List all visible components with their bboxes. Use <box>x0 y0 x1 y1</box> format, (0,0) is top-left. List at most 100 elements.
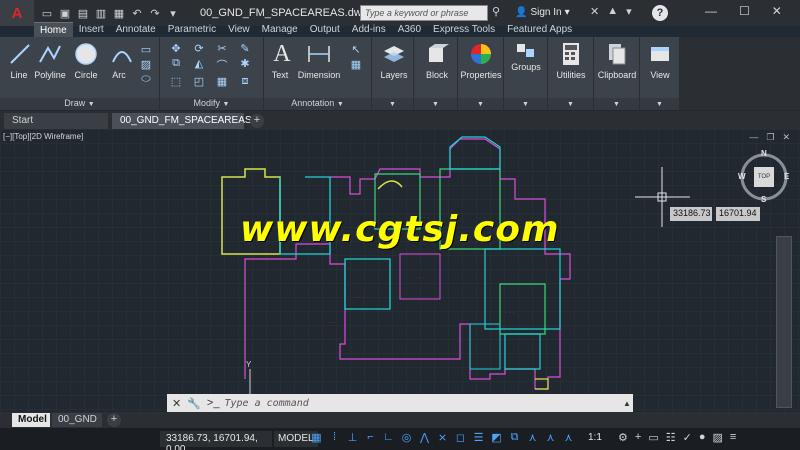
command-history-chevron-up-icon[interactable]: ▲ <box>621 399 633 408</box>
viewport-controls-label[interactable]: [−][Top][2D Wireframe] <box>3 132 83 141</box>
trim-icon[interactable]: ✂ <box>212 42 232 55</box>
annotation-panel-label[interactable]: Annotation ▼ <box>264 98 371 110</box>
table-icon[interactable]: ▦ <box>346 58 366 71</box>
view-tool[interactable]: View <box>644 40 676 80</box>
binoculars-icon[interactable]: ⚲ <box>492 5 500 18</box>
layers-tool[interactable]: Layers <box>376 40 412 80</box>
viewcube[interactable]: N S E W TOP <box>738 149 790 204</box>
application-menu-button[interactable]: A <box>0 0 34 26</box>
block-panel[interactable]: Block ▼ <box>414 37 458 110</box>
move-icon[interactable]: ✥ <box>166 42 186 55</box>
search-input[interactable]: Type a keyword or phrase <box>360 5 488 21</box>
workspace-gear-icon[interactable]: ⚙ <box>618 431 628 444</box>
tab-manage[interactable]: Manage <box>256 22 304 38</box>
arc-tool[interactable]: Arc <box>108 40 132 80</box>
tab-current-drawing[interactable]: 00_GND_FM_SPACEAREAS* <box>112 113 255 129</box>
properties-panel[interactable]: Properties ▼ <box>458 37 504 110</box>
utilities-panel[interactable]: Utilities ▼ <box>548 37 594 110</box>
close-command-line-icon[interactable]: ✕ <box>172 397 181 410</box>
ortho-icon[interactable]: ∟ <box>382 431 395 444</box>
annotation-monitor-plus-icon[interactable]: + <box>635 431 641 444</box>
rectangle-icon[interactable]: ▭ <box>136 43 156 56</box>
plot-icon[interactable]: ▦ <box>112 7 126 20</box>
customize-wrench-icon[interactable]: 🔧 <box>187 397 201 410</box>
new-tab-button[interactable]: + <box>250 114 264 128</box>
transparency-icon[interactable]: ◩ <box>490 431 503 444</box>
open-icon[interactable]: ▣ <box>58 7 72 20</box>
minimize-icon[interactable]: — <box>705 4 717 18</box>
object-snap-icon[interactable]: ◻ <box>454 431 467 444</box>
recent-commands-icon[interactable]: >_ <box>207 397 220 410</box>
copy-icon[interactable]: ⧉ <box>166 57 186 73</box>
minimize-viewport-icon[interactable]: — <box>749 132 758 143</box>
clean-screen-icon[interactable]: ≡ <box>730 431 736 444</box>
workspace-chevron-down-icon[interactable]: ▾ <box>166 7 180 20</box>
drawing-canvas[interactable]: · · · · · · · · · · · · · · Y [−][Top][2D … <box>0 129 800 412</box>
mirror-icon[interactable]: ◭ <box>189 57 209 73</box>
tab-output[interactable]: Output <box>304 22 346 38</box>
restore-viewport-icon[interactable]: ❐ <box>766 132 774 143</box>
text-tool[interactable]: A Text <box>268 40 292 81</box>
redo-icon[interactable]: ↷ <box>148 7 162 20</box>
viewcube-north[interactable]: N <box>761 149 767 158</box>
viewcube-south[interactable]: S <box>761 195 766 204</box>
viewcube-east[interactable]: E <box>784 172 789 181</box>
view-panel[interactable]: View ▼ <box>640 37 680 110</box>
tab-featured-apps[interactable]: Featured Apps <box>501 22 578 38</box>
close-icon[interactable]: ✕ <box>772 4 782 18</box>
infer-constraints-icon[interactable]: ⊥ <box>346 431 359 444</box>
dimension-tool[interactable]: Dimension <box>296 40 342 80</box>
viewcube-west[interactable]: W <box>738 172 746 181</box>
tab-view[interactable]: View <box>222 22 256 38</box>
a360-icon[interactable]: ▲ <box>607 5 618 18</box>
snap-icon[interactable]: ⁞ <box>328 431 341 444</box>
tab-layout-00-gnd[interactable]: 00_GND <box>52 413 102 427</box>
grid-icon[interactable]: ▦ <box>310 431 323 444</box>
units-icon[interactable]: ▭ <box>648 431 658 444</box>
exchange-apps-icon[interactable]: ✕ <box>590 5 599 18</box>
ellipse-icon[interactable]: ⬭ <box>136 73 156 86</box>
lock-ui-icon[interactable]: ✓ <box>683 431 692 444</box>
block-tool[interactable]: Block <box>422 40 452 80</box>
isolate-objects-icon[interactable]: ● <box>699 431 706 444</box>
tab-a360[interactable]: A360 <box>392 22 427 38</box>
tab-model[interactable]: Model <box>12 413 50 427</box>
maximize-icon[interactable]: ☐ <box>739 4 750 18</box>
viewcube-top-face[interactable]: TOP <box>754 167 774 187</box>
dynamic-input-x[interactable]: 33186.73 <box>670 207 712 221</box>
rotate-icon[interactable]: ⟳ <box>189 42 209 55</box>
quick-properties-icon[interactable]: ☷ <box>666 431 676 444</box>
circle-tool[interactable]: Circle <box>72 40 100 80</box>
tab-annotate[interactable]: Annotate <box>110 22 162 38</box>
add-layout-button[interactable]: + <box>107 413 121 427</box>
polar-tracking-icon[interactable]: ◎ <box>400 431 413 444</box>
chevron-down-icon[interactable]: ▾ <box>626 5 632 18</box>
isometric-icon[interactable]: ⋀ <box>418 431 431 444</box>
groups-panel[interactable]: Groups ▼ <box>504 37 548 110</box>
fillet-icon[interactable]: ⌒ <box>212 57 232 73</box>
tab-start[interactable]: Start <box>4 113 108 129</box>
polyline-tool[interactable]: Polyline <box>34 40 66 80</box>
tab-express-tools[interactable]: Express Tools <box>427 22 501 38</box>
draw-panel-label[interactable]: Draw ▼ <box>0 98 159 110</box>
command-input[interactable]: Type a command <box>224 398 621 409</box>
dynamic-input-icon[interactable]: ⌐ <box>364 431 377 444</box>
groups-tool[interactable]: Groups <box>508 40 544 72</box>
tab-insert[interactable]: Insert <box>73 22 110 38</box>
tab-home[interactable]: Home <box>34 22 73 38</box>
clipboard-tool[interactable]: Clipboard <box>596 40 638 80</box>
hatch-icon[interactable]: ▨ <box>136 58 156 71</box>
stretch-icon[interactable]: ⬚ <box>166 75 186 88</box>
annotation-visibility-icon[interactable]: ⋏ <box>526 431 539 444</box>
properties-tool[interactable]: Properties <box>460 40 502 80</box>
annotation-scale-icon[interactable]: ⋏ <box>562 431 575 444</box>
clipboard-panel[interactable]: Clipboard ▼ <box>594 37 640 110</box>
coordinate-readout[interactable]: 33186.73, 16701.94, 0.00 <box>160 431 272 450</box>
undo-icon[interactable]: ↶ <box>130 7 144 20</box>
dynamic-input-y[interactable]: 16701.94 <box>716 207 760 221</box>
array-icon[interactable]: ▦ <box>212 75 232 88</box>
navigation-bar[interactable] <box>776 236 792 408</box>
layers-panel[interactable]: Layers ▼ <box>372 37 414 110</box>
auto-scale-icon[interactable]: ⋏ <box>544 431 557 444</box>
explode-icon[interactable]: ✱ <box>235 57 255 73</box>
